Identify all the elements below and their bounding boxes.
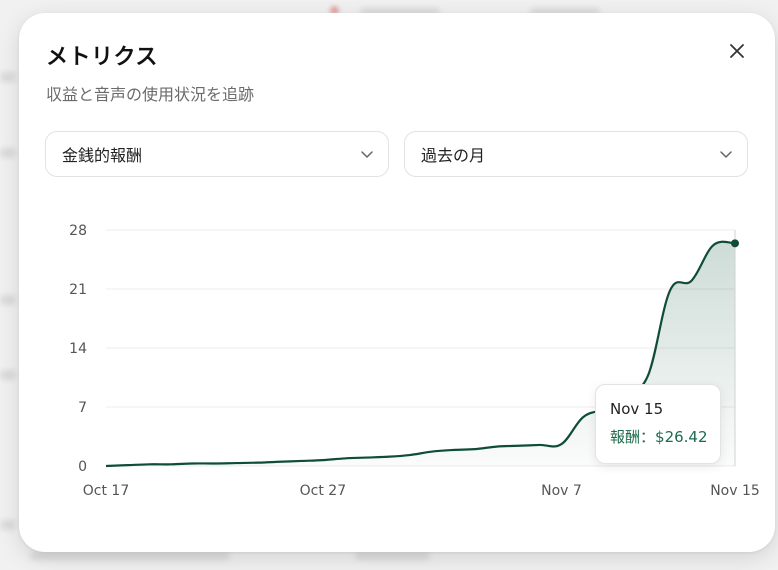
tooltip-value: $26.42 — [655, 428, 708, 446]
tooltip-value-line: 報酬：$26.42 — [610, 426, 720, 447]
tooltip-date: Nov 15 — [610, 400, 664, 418]
x-tick-label: Oct 27 — [300, 483, 346, 499]
tooltip-separator: ： — [640, 428, 656, 446]
y-tick-label: 0 — [78, 459, 87, 475]
y-tick-label: 28 — [69, 223, 87, 239]
background-text — [30, 552, 230, 560]
x-axis: Oct 17 Oct 27 Nov 7 Nov 15 — [83, 483, 760, 499]
background-text — [0, 520, 16, 530]
x-tick-label: Nov 7 — [541, 483, 582, 499]
background-text — [0, 295, 16, 305]
chart-tooltip: Nov 15 報酬：$26.42 — [595, 384, 721, 464]
hover-point — [731, 239, 739, 248]
earnings-chart: 0 7 14 21 28 Oct 17 Oct 27 Nov 7 Nov 15 — [69, 223, 760, 499]
x-tick-label: Oct 17 — [83, 483, 129, 499]
tooltip-label: 報酬 — [610, 428, 641, 446]
background-text — [0, 148, 16, 158]
background-text — [355, 552, 430, 560]
metrics-modal: メトリクス 収益と音声の使用状況を追跡 金銭的報酬 過去の月 0 7 14 21 28 … — [19, 13, 775, 552]
y-axis: 0 7 14 21 28 — [69, 223, 87, 475]
background-text — [0, 72, 16, 82]
y-tick-label: 21 — [69, 282, 87, 298]
y-tick-label: 7 — [78, 400, 87, 416]
background-text — [0, 370, 16, 380]
x-tick-label: Nov 15 — [710, 483, 760, 499]
y-tick-label: 14 — [69, 341, 87, 357]
